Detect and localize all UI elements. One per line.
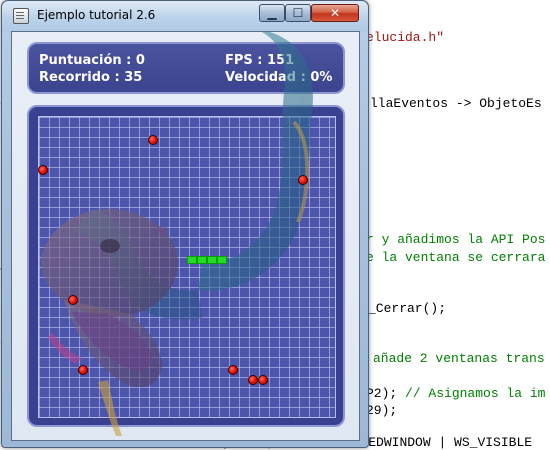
fruit <box>78 365 88 375</box>
score-label: Puntuación : 0 <box>39 53 145 68</box>
code-line: 29); <box>366 403 398 418</box>
fruit <box>68 295 78 305</box>
distance-label: Recorrido : 35 <box>39 70 143 85</box>
window-title: Ejemplo tutorial 2.6 <box>37 8 156 22</box>
app-window: Ejemplo tutorial 2.6 ▁ ☐ ✕ Puntuación : … <box>1 0 369 448</box>
code-comment: // Asignamos la im <box>405 386 546 401</box>
fruit <box>258 375 268 385</box>
fps-label: FPS : 151 <box>225 53 295 68</box>
code-line: r y añadimos la API Pos <box>366 232 546 247</box>
minimize-button[interactable]: ▁ <box>259 4 285 22</box>
fruit <box>298 175 308 185</box>
maximize-button[interactable]: ☐ <box>285 4 311 22</box>
code-line: _Cerrar(); <box>368 301 447 316</box>
snake-head <box>217 256 227 264</box>
snake-segment <box>197 256 207 264</box>
code-line: llaEventos -> ObjetoEs <box>370 96 542 111</box>
code-line: P2); // Asignamos la im <box>366 386 545 401</box>
speed-label: Velocidad : 0% <box>225 70 333 85</box>
code-line: añade 2 ventanas trans <box>373 351 545 366</box>
hud-panel: Puntuación : 0 FPS : 151 Recorrido : 35 … <box>27 42 345 94</box>
snake-segment <box>207 256 217 264</box>
game-canvas[interactable]: Puntuación : 0 FPS : 151 Recorrido : 35 … <box>11 31 360 441</box>
fruit <box>228 365 238 375</box>
game-board <box>27 105 345 427</box>
title-bar[interactable]: Ejemplo tutorial 2.6 ▁ ☐ ✕ <box>2 1 368 31</box>
fruit <box>148 135 158 145</box>
app-icon[interactable] <box>13 8 29 24</box>
code-line: e la ventana se cerrara <box>366 250 546 265</box>
screen: elucida.h" o llaEventos -> ObjetoEs E : … <box>0 0 550 450</box>
close-button[interactable]: ✕ <box>311 4 359 22</box>
fruit <box>248 375 258 385</box>
code-token: P2); <box>366 386 406 401</box>
code-line: elucida.h" <box>366 30 445 45</box>
fruit <box>38 165 48 175</box>
snake-segment <box>187 256 197 264</box>
